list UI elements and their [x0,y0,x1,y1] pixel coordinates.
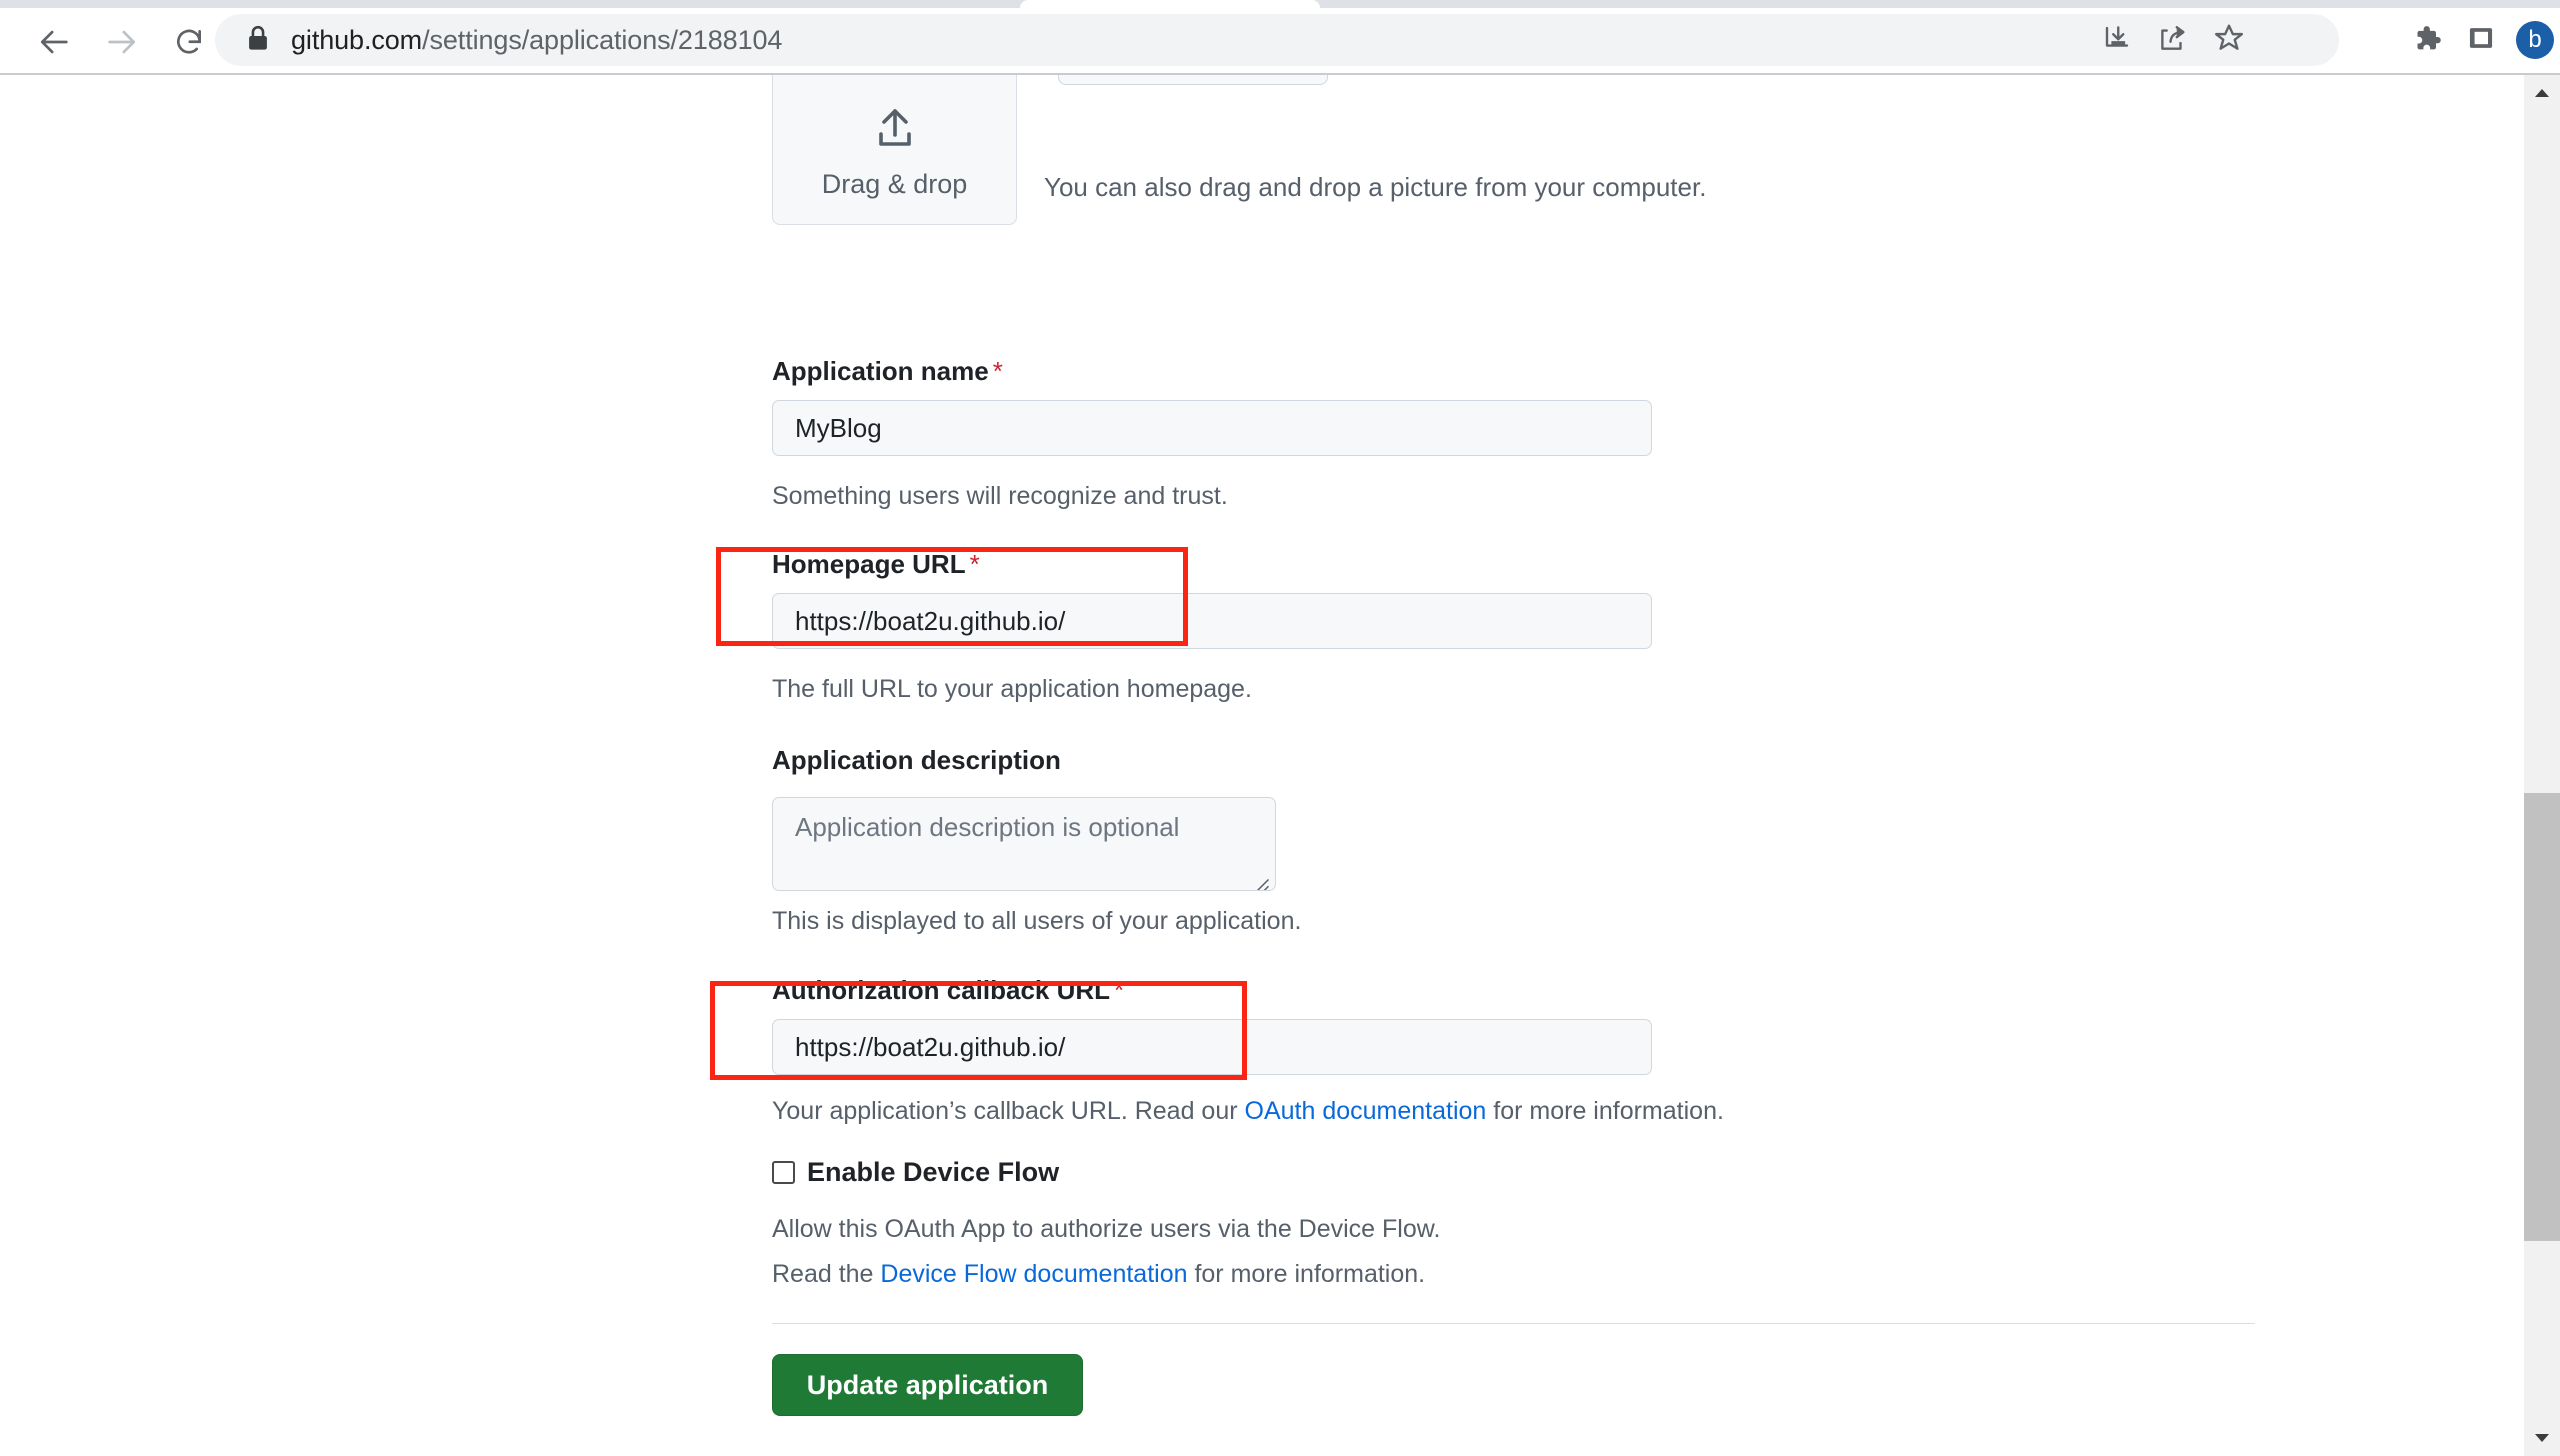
oauth-documentation-link[interactable]: OAuth documentation [1245,1097,1487,1125]
puzzle-extensions-icon [2412,23,2442,58]
device-flow-documentation-link[interactable]: Device Flow documentation [880,1260,1187,1288]
omnibox-actions [2089,14,2257,66]
app-description-label: Application description [772,745,1061,776]
lock-icon[interactable] [247,25,269,56]
back-arrow-icon [38,25,72,59]
side-panel-button[interactable] [2454,14,2508,66]
scroll-down-arrow-icon[interactable] [2524,1420,2560,1456]
url-text: github.com/settings/applications/2188104 [291,25,782,56]
scroll-up-arrow-icon[interactable] [2524,75,2560,111]
callback-url-help-suffix: for more information. [1486,1097,1724,1125]
homepage-url-required-marker: * [969,549,980,579]
app-description-label-text: Application description [772,745,1061,775]
app-name-label: Application name * [772,356,1003,387]
browser-chrome: github.com/settings/applications/2188104 [0,0,2560,75]
reload-button[interactable] [160,13,218,71]
homepage-url-label-text: Homepage URL [772,549,966,579]
extensions-button[interactable] [2400,14,2454,66]
upload-icon [870,106,920,159]
device-flow-help-prefix: Read the [772,1260,881,1288]
dragdrop-hint-text: You can also drag and drop a picture fro… [1044,172,1707,202]
device-flow-help-suffix: for more information. [1187,1260,1426,1288]
url-host: github.com [291,24,423,55]
share-icon [2158,23,2188,58]
tab-strip [0,0,2560,8]
upload-logo-button[interactable] [1058,75,1328,85]
homepage-url-label: Homepage URL * [772,549,980,580]
update-application-button[interactable]: Update application [772,1354,1083,1416]
reload-icon [173,26,205,58]
app-description-textarea[interactable]: Application description is optional [772,797,1276,891]
url-path: /settings/applications/2188104 [422,24,783,55]
callback-url-label: Authorization callback URL * [772,975,1124,1006]
share-button[interactable] [2145,14,2201,66]
star-bookmark-icon [2213,22,2245,59]
toolbar-right-actions: b [2400,14,2560,66]
device-flow-help-line1: Allow this OAuth App to authorize users … [772,1215,1441,1243]
device-flow-row[interactable]: Enable Device Flow [772,1157,1059,1188]
profile-button[interactable]: b [2508,14,2560,66]
forward-button[interactable] [92,13,150,71]
side-panel-icon [2467,24,2495,57]
download-button[interactable] [2089,14,2145,66]
callback-url-help: Your application’s callback URL. Read ou… [772,1097,1724,1126]
form-divider [772,1323,2255,1324]
back-button[interactable] [26,13,84,71]
enable-device-flow-checkbox[interactable] [772,1161,795,1184]
app-description-help: This is displayed to all users of your a… [772,907,1302,935]
homepage-url-help: The full URL to your application homepag… [772,675,1252,703]
address-bar[interactable]: github.com/settings/applications/2188104 [215,14,2339,66]
forward-arrow-icon [104,25,138,59]
download-icon [2102,23,2132,58]
logo-dropzone[interactable]: Drag & drop [772,75,1017,225]
avatar: b [2516,21,2554,59]
dropzone-label: Drag & drop [821,169,968,199]
homepage-url-input[interactable]: https://boat2u.github.io/ [772,593,1652,649]
app-name-label-text: Application name [772,356,989,386]
app-name-required-marker: * [992,356,1003,386]
app-name-input[interactable]: MyBlog [772,400,1652,456]
callback-url-help-prefix: Your application’s callback URL. Read ou… [772,1097,1245,1125]
scrollbar-thumb[interactable] [2524,793,2560,1241]
app-description-placeholder: Application description is optional [795,812,1180,842]
app-name-help: Something users will recognize and trust… [772,482,1228,510]
callback-url-required-marker: * [1114,975,1125,1005]
bookmark-button[interactable] [2201,14,2257,66]
enable-device-flow-label: Enable Device Flow [807,1157,1060,1187]
device-flow-help-line2: Read the Device Flow documentation for m… [772,1260,1425,1289]
page-scrollbar[interactable] [2524,75,2560,1456]
resize-handle-icon[interactable] [1252,869,1270,890]
callback-url-input[interactable]: https://boat2u.github.io/ [772,1019,1652,1075]
active-tab[interactable] [1020,0,1320,8]
callback-url-label-text: Authorization callback URL [772,975,1111,1005]
page-viewport: Drag & drop You can also drag and drop a… [0,75,2524,1456]
